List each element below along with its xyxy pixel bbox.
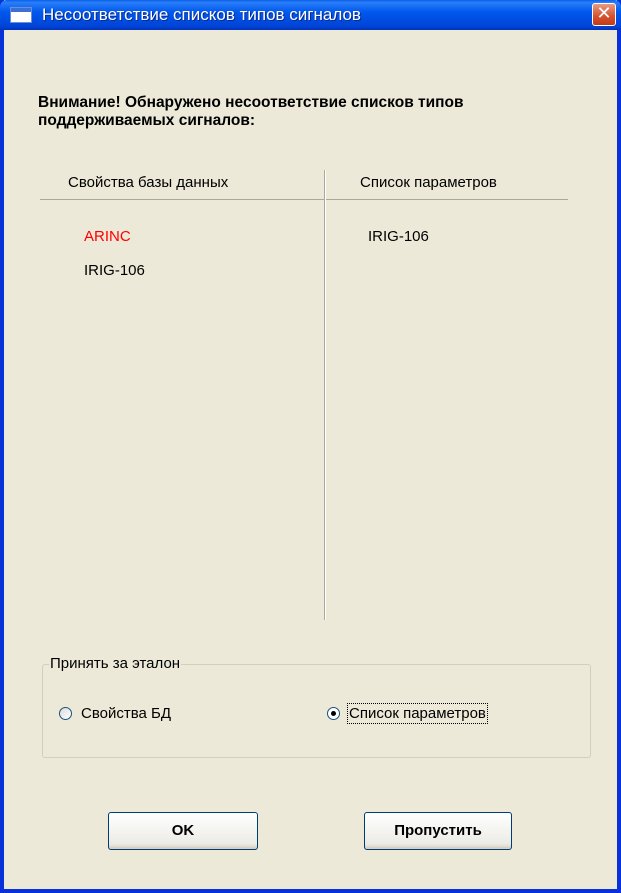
db-properties-header: Свойства базы данных — [68, 174, 229, 191]
header-divider-right — [326, 199, 568, 200]
warning-line-2: поддерживаемых сигналов: — [38, 112, 256, 129]
list-item-irig-106: IRIG-106 — [84, 262, 145, 279]
title-bar[interactable]: Несоответствие списков типов сигналов ✕ — [0, 0, 621, 30]
warning-line-1: Внимание! Обнаружено несоответствие спис… — [38, 94, 464, 111]
parameter-signal-list: IRIG-106 — [368, 228, 429, 262]
db-signal-list: ARINC IRIG-106 — [84, 228, 145, 296]
radio-button-unchecked[interactable] — [59, 707, 72, 720]
window-icon — [10, 7, 32, 23]
parameter-list-header: Список параметров — [360, 174, 497, 191]
warning-message: Внимание! Обнаружено несоответствие спис… — [38, 94, 464, 130]
skip-button[interactable]: Пропустить — [364, 812, 512, 850]
radio-db-properties[interactable]: Свойства БД — [59, 705, 171, 722]
column-divider — [324, 170, 326, 620]
list-item-irig-106: IRIG-106 — [368, 228, 429, 245]
ok-button[interactable]: OK — [108, 812, 258, 850]
header-divider-left — [40, 199, 324, 200]
close-button[interactable]: ✕ — [592, 3, 616, 26]
reference-groupbox-legend: Принять за эталон — [49, 655, 182, 672]
dialog-window: Несоответствие списков типов сигналов ✕ … — [0, 0, 621, 893]
radio-parameter-list[interactable]: Список параметров — [327, 703, 488, 724]
radio-button-checked[interactable] — [327, 707, 340, 720]
radio-db-properties-label[interactable]: Свойства БД — [81, 705, 171, 722]
radio-parameter-list-label[interactable]: Список параметров — [347, 703, 488, 724]
reference-groupbox: Принять за эталон Свойства БД Список пар… — [42, 655, 591, 758]
list-item-arinc: ARINC — [84, 228, 131, 245]
window-title: Несоответствие списков типов сигналов — [42, 5, 361, 24]
